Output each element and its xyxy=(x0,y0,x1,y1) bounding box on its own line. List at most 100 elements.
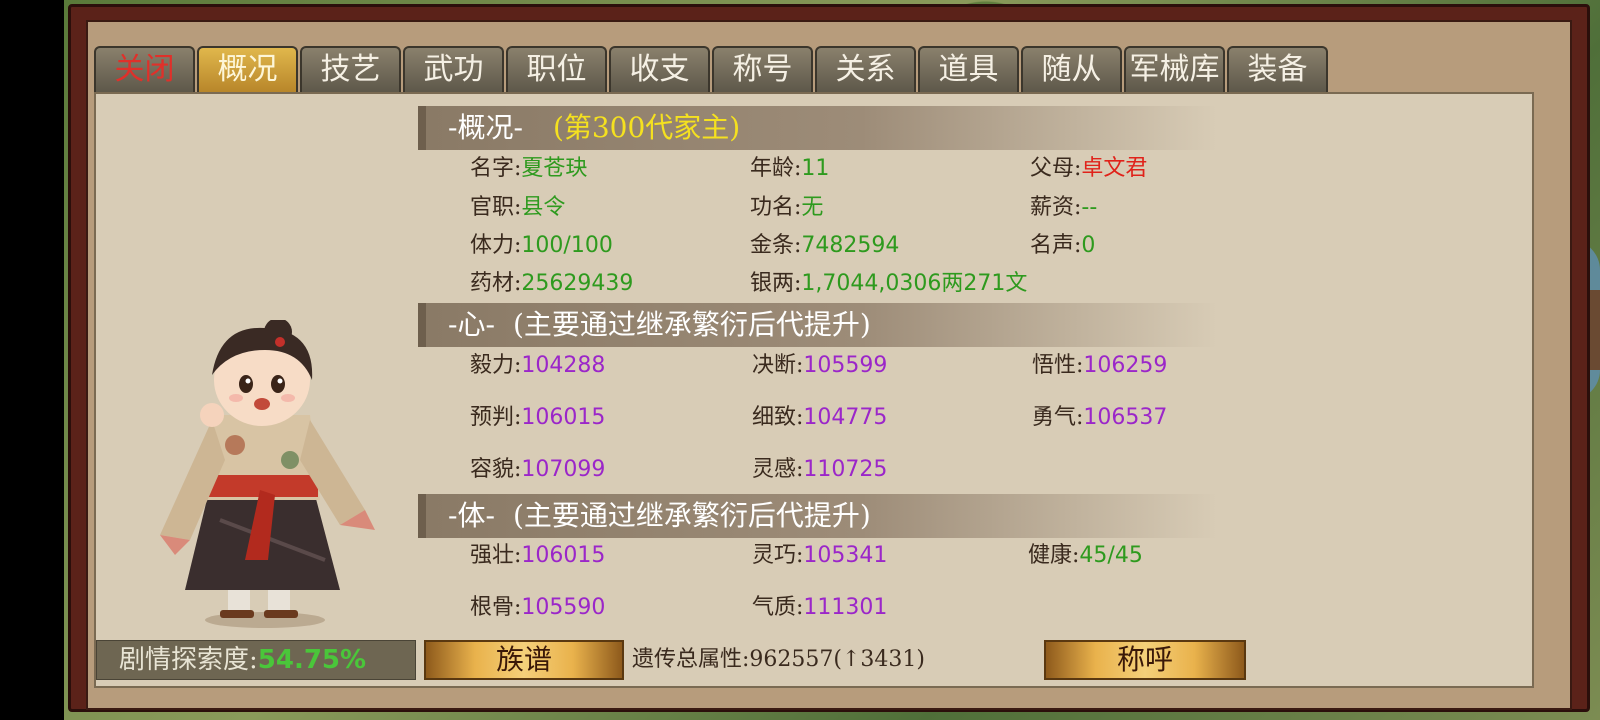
tab-titles[interactable]: 称号 xyxy=(712,46,813,92)
field-health-value: 45/45 xyxy=(1079,543,1143,568)
field-temperament-value: 111301 xyxy=(803,595,888,620)
field-parents-label: 父母: xyxy=(1030,156,1082,181)
field-bone: 根骨:105590 xyxy=(470,593,605,623)
field-name-label: 名字: xyxy=(470,156,522,181)
field-name: 名字:夏苍玦 xyxy=(470,154,587,184)
field-perseverance-label: 毅力: xyxy=(470,353,522,378)
field-foresight-value: 106015 xyxy=(521,405,606,430)
field-merit-label: 功名: xyxy=(750,195,802,220)
field-appearance-value: 107099 xyxy=(521,457,606,482)
tab-overview[interactable]: 概况 xyxy=(197,46,298,92)
field-perseverance: 毅力:104288 xyxy=(470,351,605,381)
inherited-total-attributes: 遗传总属性:962557(↑3431) xyxy=(632,647,925,672)
field-health: 健康:45/45 xyxy=(1028,541,1143,571)
title-button[interactable]: 称呼 xyxy=(1044,640,1246,680)
field-parents-value[interactable]: 卓文君 xyxy=(1081,156,1147,181)
tab-martial[interactable]: 武功 xyxy=(403,46,504,92)
mind-header-title: -心- xyxy=(448,308,495,341)
field-meticulous-label: 细致: xyxy=(752,405,804,430)
field-name-value: 夏苍玦 xyxy=(521,156,588,181)
field-strength-value: 106015 xyxy=(521,543,606,568)
field-bone-label: 根骨: xyxy=(470,595,522,620)
body-header-title: -体- xyxy=(448,499,495,532)
field-inspiration: 灵感:110725 xyxy=(752,455,887,485)
field-fame-value: 0 xyxy=(1081,233,1096,258)
tab-finance[interactable]: 收支 xyxy=(609,46,710,92)
field-stamina-label: 体力: xyxy=(470,233,522,258)
field-insight-value: 106259 xyxy=(1083,353,1168,378)
field-insight-label: 悟性: xyxy=(1032,353,1084,378)
field-inspiration-value: 110725 xyxy=(803,457,888,482)
field-agility: 灵巧:105341 xyxy=(752,541,887,571)
field-silver: 银两:1,7044,0306两271文 xyxy=(750,269,1027,299)
tab-armory[interactable]: 军械库 xyxy=(1124,46,1225,92)
body-header-note: (主要通过继承繁衍后代提升) xyxy=(512,499,871,532)
field-health-label: 健康: xyxy=(1028,543,1080,568)
field-fame-label: 名声: xyxy=(1030,233,1082,258)
field-merit-value: 无 xyxy=(801,195,824,220)
field-gold-value: 7482594 xyxy=(801,233,900,258)
overview-header-title: -概况- xyxy=(448,111,523,144)
tab-followers[interactable]: 随从 xyxy=(1021,46,1122,92)
field-strength-label: 强壮: xyxy=(470,543,522,568)
field-insight: 悟性:106259 xyxy=(1032,351,1167,381)
overview-section-header: -概况- (第300代家主) xyxy=(418,106,1218,150)
field-parents: 父母:卓文君 xyxy=(1030,154,1147,184)
field-herbs-value: 25629439 xyxy=(521,271,634,296)
field-gold-label: 金条: xyxy=(750,233,802,258)
field-decisiveness: 决断:105599 xyxy=(752,351,887,381)
field-temperament-label: 气质: xyxy=(752,595,804,620)
tab-close[interactable]: 关闭 xyxy=(94,46,195,92)
field-appearance-label: 容貌: xyxy=(470,457,522,482)
field-agility-label: 灵巧: xyxy=(752,543,804,568)
story-progress-label: 剧情探索度: xyxy=(119,645,258,675)
field-stamina-value: 100/100 xyxy=(521,233,613,258)
field-age: 年龄:11 xyxy=(750,154,829,184)
story-progress: 剧情探索度:54.75% xyxy=(96,640,416,680)
field-herbs-label: 药材: xyxy=(470,271,522,296)
field-age-value: 11 xyxy=(801,156,830,181)
field-age-label: 年龄: xyxy=(750,156,802,181)
field-decisiveness-label: 决断: xyxy=(752,353,804,378)
field-silver-label: 银两: xyxy=(750,271,802,296)
field-decisiveness-value: 105599 xyxy=(803,353,888,378)
field-appearance: 容貌:107099 xyxy=(470,455,605,485)
field-inspiration-label: 灵感: xyxy=(752,457,804,482)
overview-header-generation: (第300代家主) xyxy=(552,111,741,144)
field-agility-value: 105341 xyxy=(803,543,888,568)
field-salary-label: 薪资: xyxy=(1030,195,1082,220)
field-salary-value: -- xyxy=(1081,195,1098,220)
field-salary: 薪资:-- xyxy=(1030,193,1097,223)
field-stamina: 体力:100/100 xyxy=(470,231,613,261)
field-foresight-label: 预判: xyxy=(470,405,522,430)
field-office: 官职:县令 xyxy=(470,193,565,223)
field-temperament: 气质:111301 xyxy=(752,593,887,623)
field-courage: 勇气:106537 xyxy=(1032,403,1167,433)
field-strength: 强壮:106015 xyxy=(470,541,605,571)
body-section-header: -体- (主要通过继承繁衍后代提升) xyxy=(418,494,1218,538)
tab-relations[interactable]: 关系 xyxy=(815,46,916,92)
field-silver-value: 1,7044,0306两271文 xyxy=(801,271,1028,296)
tab-items[interactable]: 道具 xyxy=(918,46,1019,92)
field-herbs: 药材:25629439 xyxy=(470,269,633,299)
field-perseverance-value: 104288 xyxy=(521,353,606,378)
mind-header-note: (主要通过继承繁衍后代提升) xyxy=(512,308,871,341)
tab-position[interactable]: 职位 xyxy=(506,46,607,92)
field-office-value: 县令 xyxy=(521,195,566,220)
field-office-label: 官职: xyxy=(470,195,522,220)
field-meticulous-value: 104775 xyxy=(803,405,888,430)
tab-bar: 关闭 概况 技艺 武功 职位 收支 称号 关系 道具 随从 军械库 装备 xyxy=(94,46,1330,92)
field-foresight: 预判:106015 xyxy=(470,403,605,433)
story-progress-value: 54.75% xyxy=(257,645,367,675)
field-gold: 金条:7482594 xyxy=(750,231,899,261)
field-meticulous: 细致:104775 xyxy=(752,403,887,433)
field-courage-value: 106537 xyxy=(1083,405,1168,430)
field-bone-value: 105590 xyxy=(521,595,606,620)
field-courage-label: 勇气: xyxy=(1032,405,1084,430)
tab-skills[interactable]: 技艺 xyxy=(300,46,401,92)
mind-section-header: -心- (主要通过继承繁衍后代提升) xyxy=(418,303,1218,347)
tab-equipment[interactable]: 装备 xyxy=(1227,46,1328,92)
field-fame: 名声:0 xyxy=(1030,231,1095,261)
genealogy-button[interactable]: 族谱 xyxy=(424,640,624,680)
character-portrait xyxy=(160,320,375,628)
